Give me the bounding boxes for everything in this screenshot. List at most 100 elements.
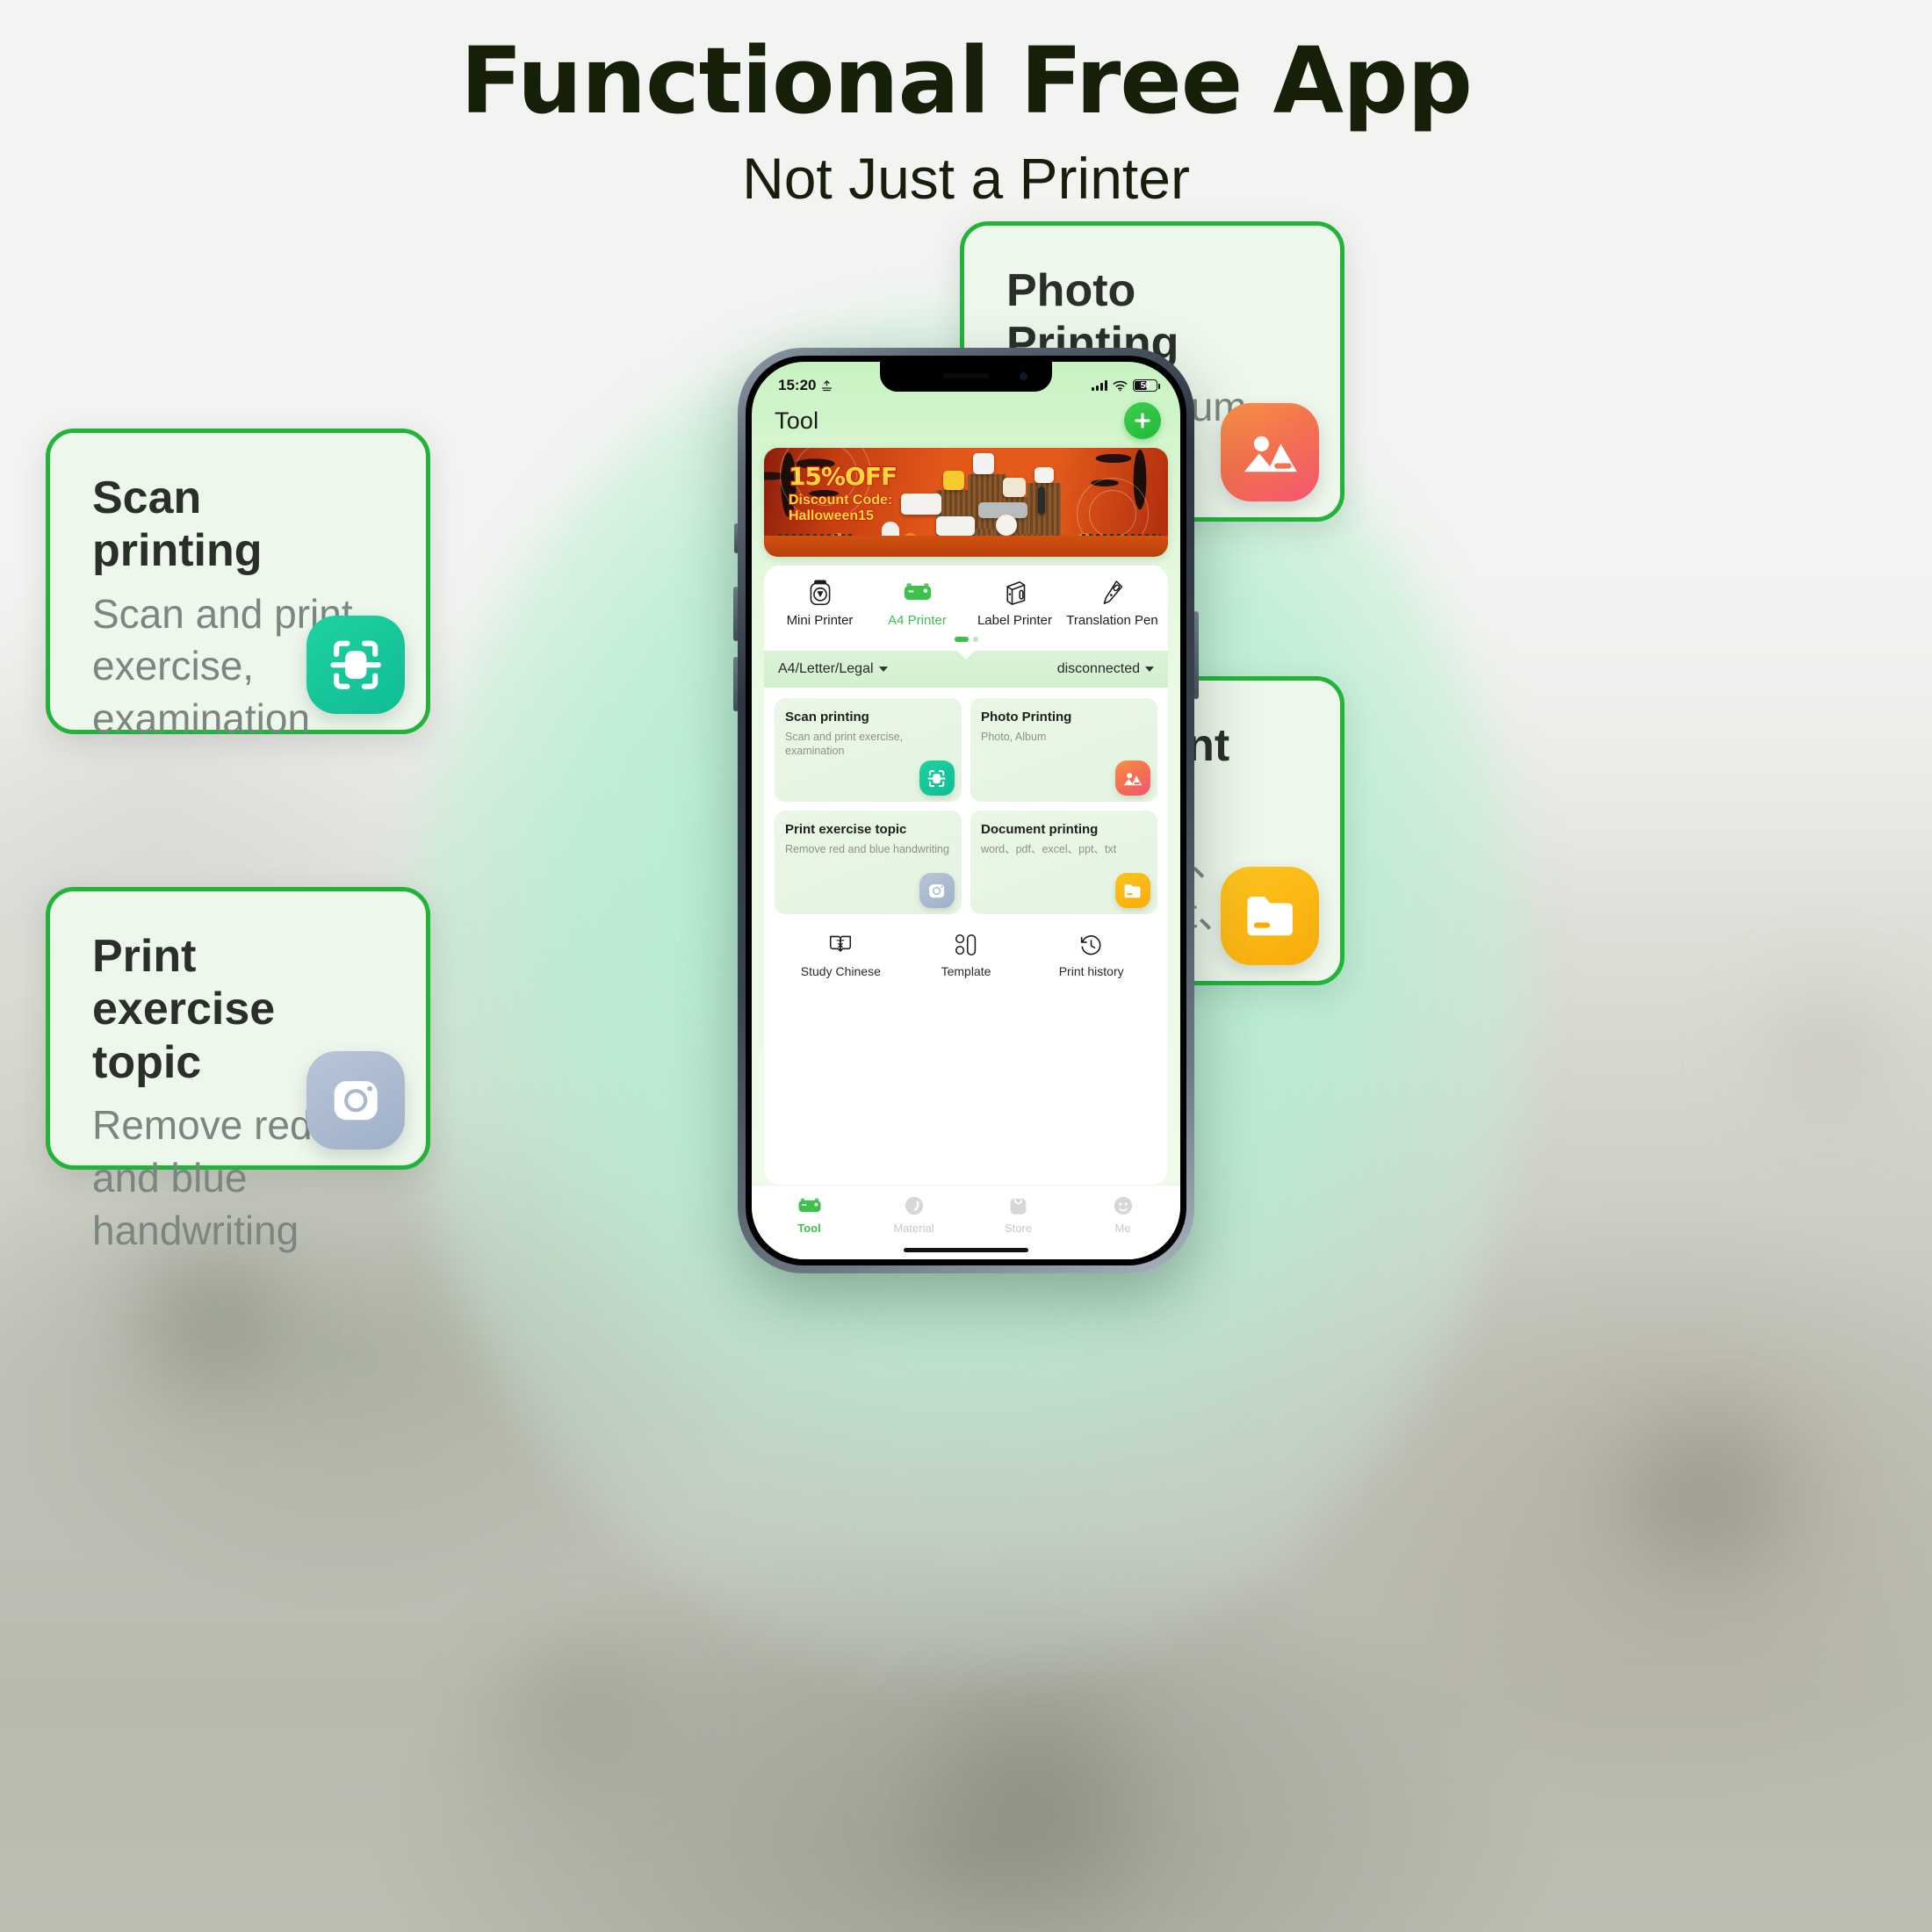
status-time: 15:20 bbox=[778, 377, 817, 393]
tab-label: Tool bbox=[797, 1222, 821, 1235]
product-device-7 bbox=[936, 516, 975, 536]
scan-icon-wrapper bbox=[919, 761, 955, 797]
feature-title: Document printing bbox=[981, 822, 1099, 838]
folder-icon bbox=[1221, 867, 1319, 965]
promo-text-block: 15%OFF Discount Code: Halloween15 bbox=[788, 461, 898, 524]
status-bar-left: 15:20 bbox=[778, 377, 833, 394]
photo-icon bbox=[1221, 403, 1319, 501]
folder-icon bbox=[1115, 873, 1150, 909]
connection-selector[interactable]: disconnected bbox=[1057, 661, 1154, 677]
spider-web-right-2 bbox=[1089, 490, 1136, 537]
printer-type-mini-printer[interactable]: Mini Printer bbox=[771, 578, 869, 628]
feature-card-print-exercise-topic[interactable]: Print exercise topic Remove red and blue… bbox=[775, 811, 962, 915]
mini-printer-icon bbox=[807, 578, 833, 608]
page-subtitle: Not Just a Printer bbox=[742, 146, 1190, 212]
banner-ground bbox=[764, 536, 1168, 557]
feature-sheet: Scan printing Scan and print exercise, e… bbox=[764, 688, 1168, 1185]
tool-print-history[interactable]: Print history bbox=[1028, 932, 1154, 978]
tab-label: Me bbox=[1114, 1222, 1131, 1235]
add-button[interactable] bbox=[1124, 402, 1161, 439]
translation-pen-icon bbox=[1101, 578, 1124, 608]
chevron-down-icon bbox=[1145, 667, 1154, 673]
scan-icon bbox=[919, 761, 955, 797]
tool-label: Template bbox=[941, 964, 991, 979]
product-device-4 bbox=[1034, 467, 1054, 483]
paper-size-value: A4/Letter/Legal bbox=[778, 661, 874, 677]
callout-print-exercise-topic[interactable]: Print exercise topic Remove red and blue… bbox=[46, 887, 430, 1253]
folder-icon-wrapper bbox=[1115, 873, 1150, 909]
plus-icon bbox=[1135, 413, 1150, 429]
tool-label: Study Chinese bbox=[800, 964, 881, 979]
photo-icon-wrapper bbox=[1115, 761, 1150, 797]
printer-type-card: Mini Printer A4 Printer Label Printer Tr… bbox=[764, 566, 1168, 652]
tab-store[interactable]: Store bbox=[966, 1194, 1071, 1235]
label-printer-icon bbox=[1003, 578, 1027, 608]
tool-study-chinese[interactable]: Study Chinese bbox=[778, 932, 904, 978]
pagination-dot-2[interactable] bbox=[972, 637, 978, 643]
printer-type-a4-printer[interactable]: A4 Printer bbox=[869, 578, 966, 628]
scan-icon-wrapper bbox=[306, 616, 405, 714]
tab-tool[interactable]: Tool bbox=[757, 1194, 861, 1235]
camera-icon-wrapper bbox=[919, 873, 955, 909]
battery-icon: 50 bbox=[1133, 379, 1160, 392]
feature-title: Photo Printing bbox=[981, 710, 1072, 725]
promo-code-value: Halloween15 bbox=[788, 508, 875, 524]
feature-desc: Photo, Album bbox=[981, 731, 1047, 743]
camera-icon-wrapper bbox=[306, 1051, 405, 1150]
location-arrow-icon bbox=[822, 379, 833, 391]
printer-type-label: A4 Printer bbox=[888, 613, 947, 628]
photo-icon-wrapper bbox=[1221, 403, 1319, 501]
camera-icon bbox=[919, 873, 955, 909]
camera-icon bbox=[306, 1051, 405, 1150]
paper-size-selector[interactable]: A4/Letter/Legal bbox=[778, 661, 888, 677]
a4-printer-icon bbox=[903, 578, 933, 608]
home-indicator[interactable] bbox=[752, 1240, 1180, 1259]
printer-type-translation-pen[interactable]: Translation Pen bbox=[1063, 578, 1161, 628]
promo-code-label: Discount Code: bbox=[788, 492, 893, 508]
shopping-bag-icon bbox=[1008, 1194, 1028, 1217]
printer-icon bbox=[797, 1194, 822, 1217]
feature-grid: Scan printing Scan and print exercise, e… bbox=[775, 698, 1157, 915]
promo-banner[interactable]: 15%OFF Discount Code: Halloween15 bbox=[764, 448, 1168, 557]
feature-desc: Scan and print exercise, examination bbox=[785, 731, 904, 758]
tool-template[interactable]: Template bbox=[904, 932, 1029, 978]
feature-card-photo-printing[interactable]: Photo Printing Photo, Album bbox=[970, 698, 1157, 803]
promo-discount: 15%OFF bbox=[788, 461, 898, 492]
template-grid-icon bbox=[955, 932, 977, 958]
bottom-tab-bar: Tool Material Store Me bbox=[752, 1185, 1180, 1240]
connection-status: disconnected bbox=[1056, 661, 1140, 677]
history-clock-icon bbox=[1079, 932, 1103, 958]
battery-level: 50 bbox=[1140, 380, 1150, 391]
product-device-1 bbox=[943, 471, 964, 490]
feature-card-document-printing[interactable]: Document printing word、pdf、excel、ppt、txt bbox=[970, 811, 1157, 915]
tab-material[interactable]: Material bbox=[861, 1194, 966, 1235]
feature-desc: word、pdf、excel、ppt、txt bbox=[981, 843, 1117, 855]
printer-type-label-printer[interactable]: Label Printer bbox=[966, 578, 1063, 628]
status-bar-right: 50 bbox=[1092, 379, 1160, 392]
tab-label: Material bbox=[893, 1222, 934, 1235]
book-chinese-icon bbox=[828, 932, 853, 958]
feature-card-scan-printing[interactable]: Scan printing Scan and print exercise, e… bbox=[775, 698, 962, 803]
headline-block: Functional Free App Not Just a Printer bbox=[0, 30, 1932, 214]
product-device-3 bbox=[1003, 478, 1026, 497]
app-nav-bar: Tool bbox=[752, 400, 1180, 446]
page-title: Functional Free App bbox=[460, 27, 1473, 134]
wifi-icon bbox=[1113, 380, 1128, 391]
feature-title: Print exercise topic bbox=[785, 822, 907, 838]
feature-title: Scan printing bbox=[785, 710, 869, 725]
tab-me[interactable]: Me bbox=[1071, 1194, 1175, 1235]
material-circle-icon bbox=[904, 1194, 925, 1217]
tab-label: Store bbox=[1004, 1222, 1033, 1235]
nav-title: Tool bbox=[775, 407, 819, 434]
product-device-2 bbox=[973, 453, 994, 474]
callout-title: Scan printing bbox=[92, 472, 263, 577]
product-device-5 bbox=[901, 494, 941, 515]
chevron-down-icon bbox=[878, 667, 888, 673]
cellular-bars-icon bbox=[1092, 380, 1107, 391]
callout-scan-printing[interactable]: Scan printing Scan and print exercise, e… bbox=[46, 429, 430, 741]
photo-icon bbox=[1115, 761, 1150, 797]
status-bar: 15:20 50 bbox=[752, 362, 1180, 400]
home-indicator-bar bbox=[904, 1247, 1028, 1252]
printer-type-label: Translation Pen bbox=[1066, 613, 1158, 628]
feature-desc: Remove red and blue handwriting bbox=[785, 843, 949, 855]
